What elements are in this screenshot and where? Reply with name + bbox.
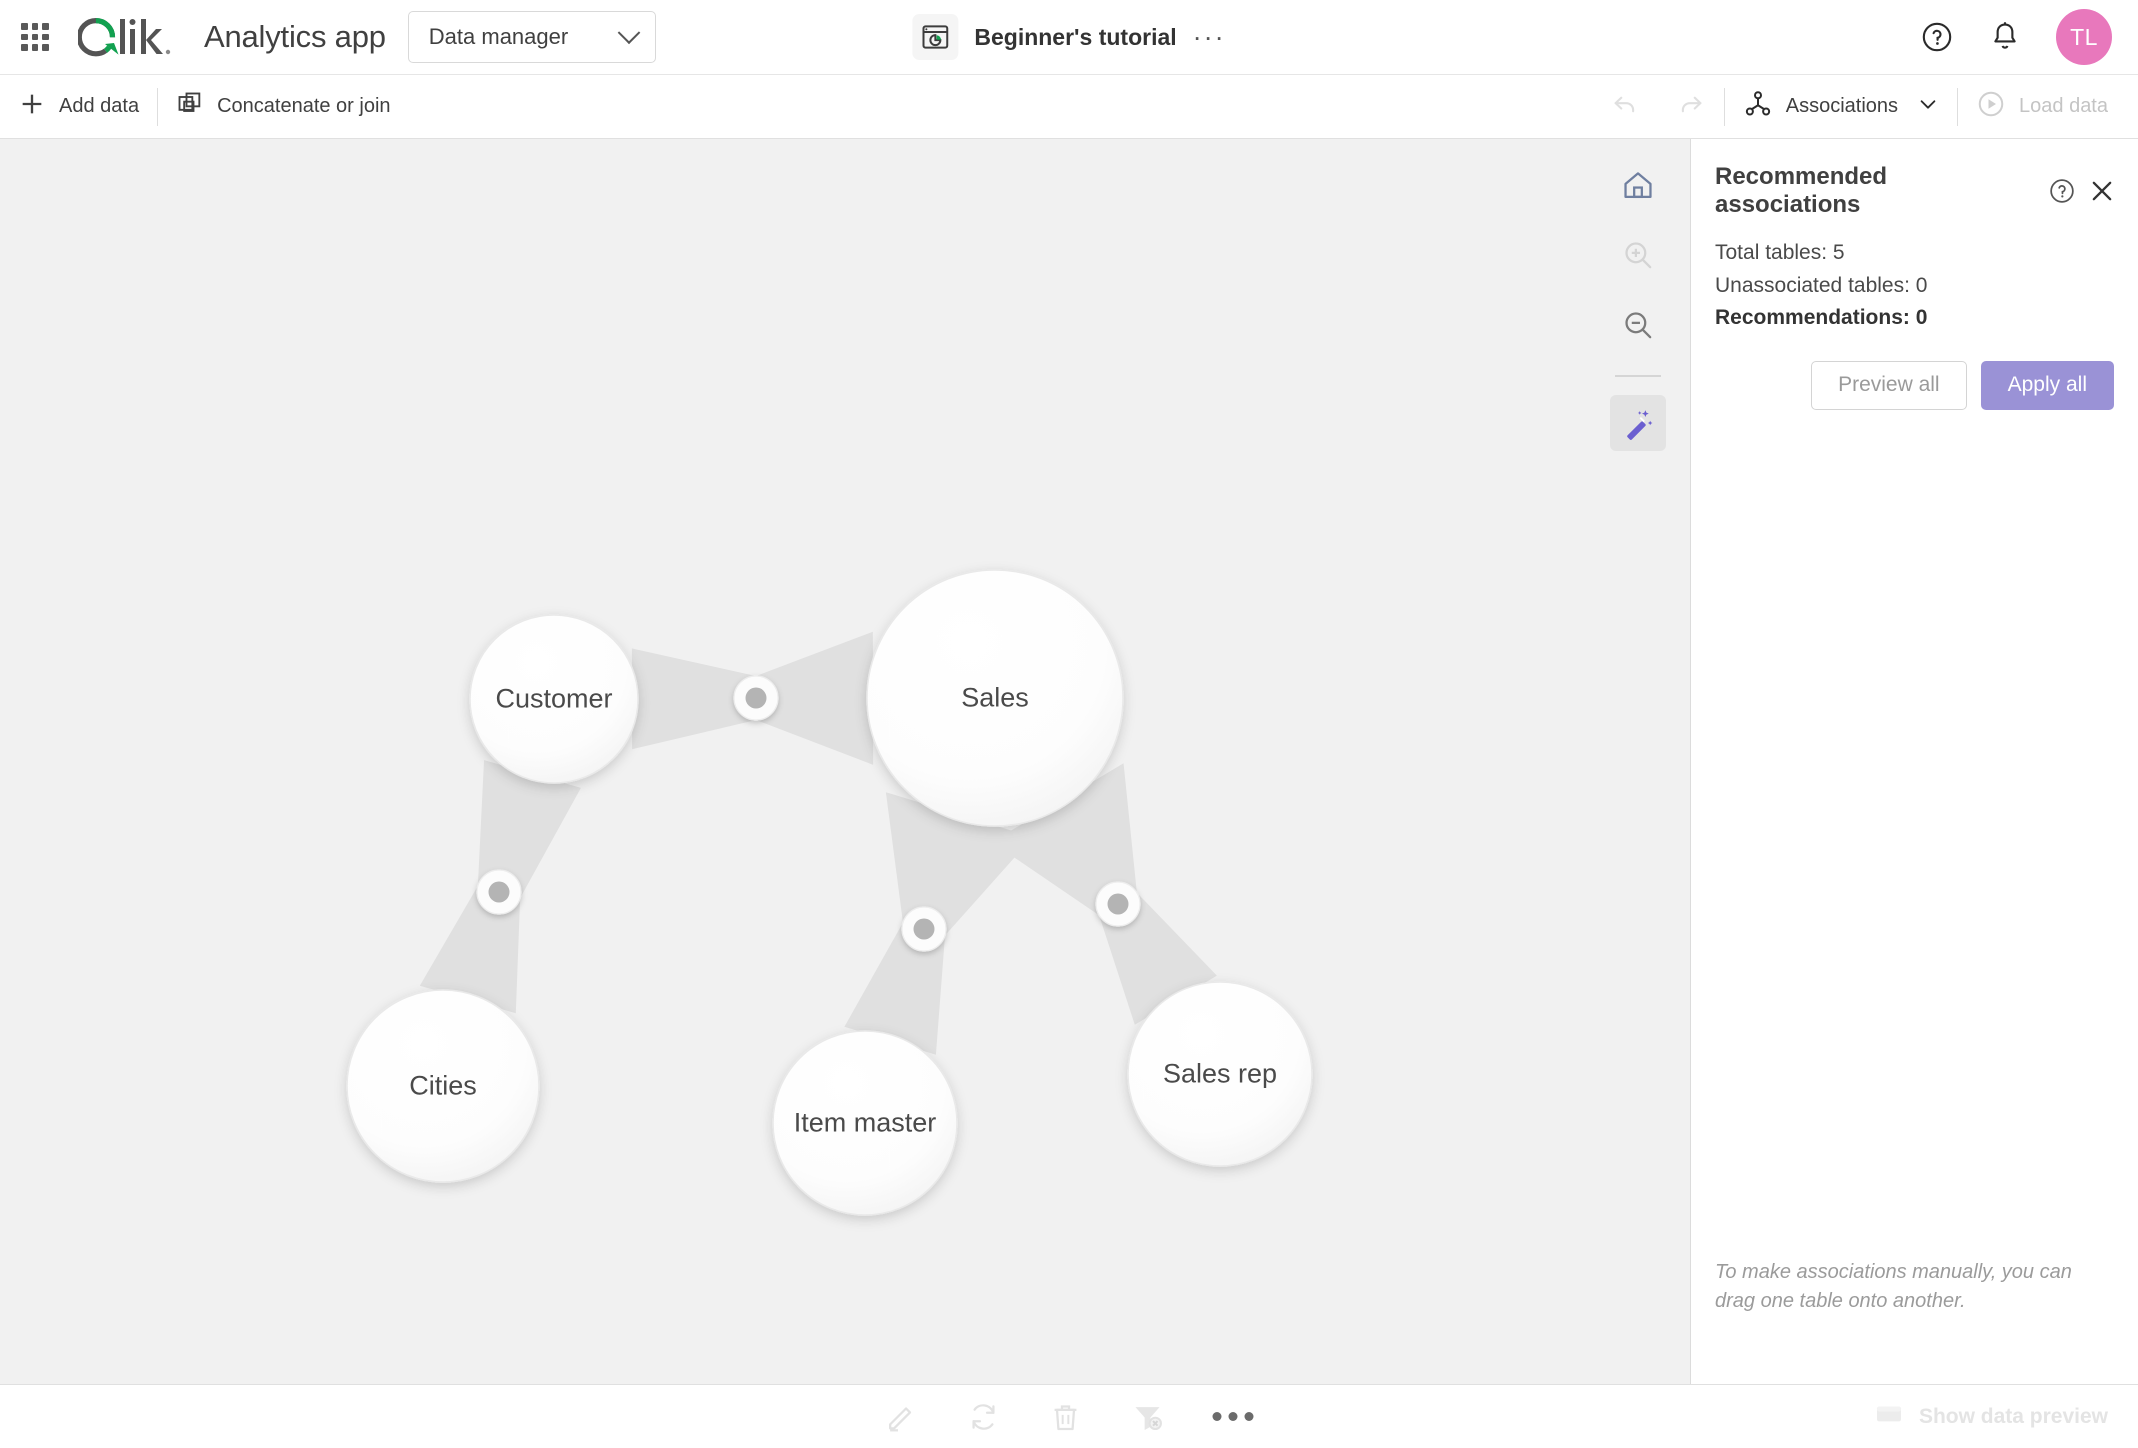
page-title: Analytics app bbox=[204, 19, 386, 54]
action-bar-right: Associations Load data bbox=[1592, 75, 2138, 138]
preview-all-button[interactable]: Preview all bbox=[1811, 360, 1967, 410]
load-data-label: Load data bbox=[2019, 95, 2108, 117]
association-connector-core bbox=[488, 881, 510, 903]
association-connector-core bbox=[1107, 893, 1129, 915]
panel-actions: Preview all Apply all bbox=[1691, 335, 2138, 410]
panel-header: Recommended associations bbox=[1691, 139, 2138, 227]
association-connector-core bbox=[913, 918, 935, 940]
more-dots-icon[interactable] bbox=[1212, 1412, 1254, 1421]
close-icon[interactable] bbox=[2088, 177, 2116, 205]
plus-icon bbox=[18, 90, 46, 124]
document-more-menu[interactable]: ··· bbox=[1193, 23, 1226, 50]
table-node-sales[interactable] bbox=[867, 570, 1123, 826]
avatar-initials: TL bbox=[2070, 23, 2098, 50]
pencil-icon[interactable] bbox=[885, 1400, 919, 1434]
document-name: Beginner's tutorial bbox=[974, 23, 1177, 50]
bottom-toolbar: Show data preview bbox=[0, 1384, 2138, 1448]
add-data-label: Add data bbox=[59, 95, 140, 117]
qlik-logo[interactable] bbox=[78, 14, 182, 60]
avatar[interactable]: TL bbox=[2056, 9, 2112, 65]
bottom-toolbar-actions bbox=[885, 1400, 1254, 1434]
home-icon[interactable] bbox=[1610, 157, 1666, 213]
panel-stats: Total tables: 5 Unassociated tables: 0 R… bbox=[1691, 227, 2138, 335]
concatenate-or-join-button[interactable]: Concatenate or join bbox=[158, 75, 408, 138]
show-data-preview-label: Show data preview bbox=[1918, 1404, 2108, 1428]
table-node-customer[interactable] bbox=[470, 615, 638, 783]
document-breadcrumb: Beginner's tutorial ··· bbox=[912, 14, 1225, 60]
top-navigation-bar: Analytics app Data manager Beginner's tu… bbox=[0, 0, 2138, 75]
associations-canvas[interactable]: Customer Sales Cities Item master Sales rep bbox=[0, 139, 1690, 1384]
canvas-tools-divider bbox=[1615, 375, 1661, 377]
add-data-button[interactable]: Add data bbox=[0, 75, 157, 138]
associations-button[interactable]: Associations bbox=[1725, 75, 1957, 138]
app-sheet-icon bbox=[912, 14, 959, 60]
table-node-sales_rep[interactable] bbox=[1128, 982, 1312, 1166]
redo-button[interactable] bbox=[1658, 75, 1724, 138]
data-manager-action-bar: Add data Concatenate or join Association… bbox=[0, 75, 2138, 139]
undo-button[interactable] bbox=[1592, 75, 1658, 138]
chevron-down-icon bbox=[617, 21, 641, 45]
unassociated-tables-stat: Unassociated tables: 0 bbox=[1715, 273, 1928, 297]
mode-selector[interactable]: Data manager bbox=[407, 11, 656, 63]
table-node-item_master[interactable] bbox=[773, 1031, 957, 1215]
help-circle-icon[interactable] bbox=[2048, 177, 2076, 205]
undo-icon bbox=[1610, 89, 1640, 125]
panel-title: Recommended associations bbox=[1715, 163, 1888, 218]
zoom-out-icon[interactable] bbox=[1610, 297, 1666, 353]
filter-remove-icon[interactable] bbox=[1131, 1400, 1165, 1434]
refresh-icon[interactable] bbox=[967, 1400, 1001, 1434]
trash-icon[interactable] bbox=[1049, 1400, 1083, 1434]
manual-association-hint: To make associations manually, you can d… bbox=[1715, 1261, 2072, 1312]
panel-preview-icon bbox=[1873, 1398, 1905, 1436]
redo-icon bbox=[1676, 89, 1706, 125]
bell-icon[interactable] bbox=[1988, 20, 2022, 54]
help-circle-icon[interactable] bbox=[1920, 20, 1954, 54]
main-body: Customer Sales Cities Item master Sales rep … bbox=[0, 139, 2138, 1384]
associations-icon bbox=[1743, 89, 1773, 125]
mode-selector-value: Data manager bbox=[428, 24, 569, 49]
table-node-cities[interactable] bbox=[347, 990, 539, 1182]
zoom-in-icon bbox=[1610, 227, 1666, 283]
total-tables-stat: Total tables: 5 bbox=[1715, 241, 1845, 264]
associations-label: Associations bbox=[1785, 95, 1899, 117]
recommended-associations-panel: Recommended associations Total tables: 5… bbox=[1690, 139, 2138, 1384]
play-circle-icon bbox=[1976, 89, 2006, 125]
association-connector-core bbox=[745, 687, 767, 709]
apply-all-button[interactable]: Apply all bbox=[1980, 360, 2114, 410]
show-data-preview-button[interactable]: Show data preview bbox=[1873, 1398, 2138, 1436]
top-bar-actions: TL bbox=[1920, 9, 2138, 65]
magic-wand-icon[interactable] bbox=[1610, 395, 1666, 451]
canvas-tools bbox=[1610, 157, 1666, 451]
chevron-down-icon bbox=[1917, 93, 1939, 121]
grid-apps-icon[interactable] bbox=[18, 20, 52, 54]
load-data-button[interactable]: Load data bbox=[1958, 75, 2138, 138]
concatenate-label: Concatenate or join bbox=[217, 95, 391, 117]
concatenate-icon bbox=[176, 90, 204, 124]
qlik-data-manager-window: Analytics app Data manager Beginner's tu… bbox=[0, 0, 2138, 1448]
recommendations-stat: Recommendations: 0 bbox=[1715, 306, 1928, 330]
